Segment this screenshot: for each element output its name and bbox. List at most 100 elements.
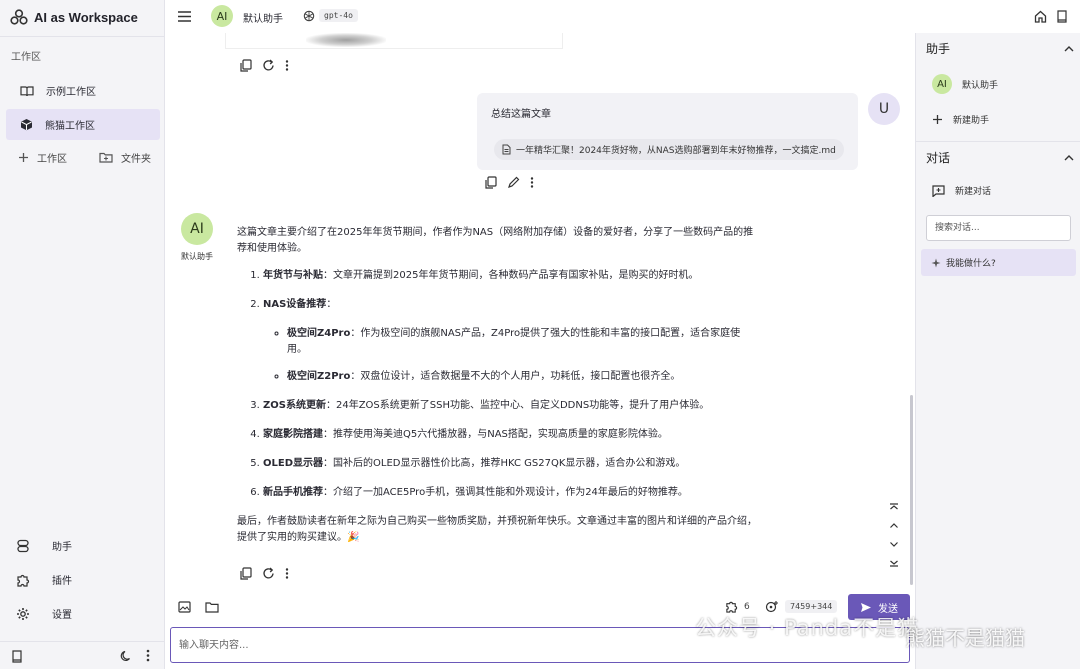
chevron-down-icon[interactable] bbox=[889, 539, 899, 549]
image-content bbox=[306, 33, 386, 47]
watermark: 公众号 · Panda不是猫 bbox=[695, 612, 919, 642]
assistant-item[interactable]: AI 默认助手 bbox=[932, 74, 998, 94]
user-message-toolbar bbox=[484, 176, 534, 189]
assistant-icon bbox=[16, 539, 30, 553]
add-workspace-label: 工作区 bbox=[37, 154, 67, 165]
assistants-header[interactable]: 助手 bbox=[926, 40, 1074, 57]
chevron-up-icon bbox=[1064, 154, 1074, 162]
assistant-message-toolbar bbox=[239, 567, 289, 580]
user-message-text: 总结这篇文章 bbox=[491, 109, 551, 120]
chevron-up-icon[interactable] bbox=[889, 521, 899, 531]
scrollbar[interactable] bbox=[910, 395, 913, 585]
moon-icon[interactable] bbox=[120, 650, 132, 662]
edit-icon[interactable] bbox=[507, 176, 520, 189]
user-message-bubble: 总结这篇文章 一年精华汇聚！2024年货好物，从NAS选购部署到年末好物推荐，一… bbox=[477, 93, 858, 170]
more-vertical-icon[interactable] bbox=[530, 176, 534, 189]
nav-label: 助手 bbox=[52, 542, 72, 553]
plus-icon bbox=[932, 114, 943, 125]
gear-icon bbox=[16, 607, 30, 621]
copy-icon[interactable] bbox=[239, 567, 252, 580]
send-icon bbox=[860, 602, 872, 613]
workspace-item-panda[interactable]: 熊猫工作区 bbox=[6, 109, 160, 140]
nav-assistant[interactable]: 助手 bbox=[16, 538, 72, 553]
scroll-bottom-icon[interactable] bbox=[889, 557, 899, 567]
notes-icon[interactable] bbox=[1056, 10, 1068, 23]
image-upload-icon[interactable] bbox=[178, 601, 191, 613]
nav-plugins[interactable]: 插件 bbox=[16, 572, 72, 587]
attachment-chip[interactable]: 一年精华汇聚！2024年货好物，从NAS选购部署到年末好物推荐，一文搞定.md bbox=[494, 139, 844, 160]
new-chat-icon bbox=[932, 184, 945, 197]
add-workspace-button[interactable]: 工作区 bbox=[18, 150, 67, 165]
copy-icon[interactable] bbox=[239, 59, 252, 72]
message-toolbar bbox=[239, 59, 289, 72]
add-folder-button[interactable]: 文件夹 bbox=[99, 150, 151, 165]
answer-subitem: 极空间Z2Pro：双盘位设计，适合数据量不大的个人用户，功耗低，接口配置也很齐全… bbox=[287, 369, 757, 385]
workspace-item-example[interactable]: 示例工作区 bbox=[6, 75, 160, 106]
assistants-title: 助手 bbox=[926, 42, 951, 56]
menu-icon[interactable] bbox=[178, 11, 191, 22]
add-folder-label: 文件夹 bbox=[121, 154, 151, 165]
answer-item: NAS设备推荐： 极空间Z4Pro：作为极空间的旗舰NAS产品，Z4Pro提供了… bbox=[263, 297, 757, 385]
conversation-label: 我能做什么? bbox=[946, 259, 996, 269]
conversation-search-input[interactable] bbox=[926, 215, 1071, 241]
answer-item: OLED显示器：国补后的OLED显示器性价比高，推荐HKC GS27QK显示器，… bbox=[263, 456, 757, 472]
watermark-secondary: 熊猫不是猫猫 bbox=[905, 626, 1025, 650]
workspace-label: 熊猫工作区 bbox=[45, 121, 95, 132]
nav-settings[interactable]: 设置 bbox=[16, 606, 72, 621]
folder-icon[interactable] bbox=[205, 601, 219, 613]
logo-icon bbox=[10, 9, 28, 25]
sidebar-footer bbox=[0, 641, 164, 669]
answer-item: 年货节与补贴：文章开篇提到2025年年货节期间，各种数码产品享有国家补贴，是购买… bbox=[263, 268, 757, 284]
nav-label: 插件 bbox=[52, 576, 72, 587]
conversation-item[interactable]: 我能做什么? bbox=[921, 249, 1076, 276]
more-vertical-icon[interactable] bbox=[285, 59, 289, 72]
left-sidebar: AI as Workspace 工作区 示例工作区 熊猫工作区 工作区 文件夹 … bbox=[0, 0, 165, 669]
model-chip[interactable]: gpt-4o bbox=[319, 9, 358, 22]
workspace-section-label: 工作区 bbox=[11, 52, 41, 63]
home-icon[interactable] bbox=[1034, 10, 1047, 23]
chat-area: 总结这篇文章 一年精华汇聚！2024年货好物，从NAS选购部署到年末好物推荐，一… bbox=[165, 33, 915, 590]
plus-icon bbox=[18, 152, 29, 163]
answer-list: 年货节与补贴：文章开篇提到2025年年货节期间，各种数码产品享有国家补贴，是购买… bbox=[237, 268, 757, 501]
openai-icon bbox=[303, 10, 315, 22]
previous-message-image bbox=[225, 33, 563, 49]
assistant-label: 默认助手 bbox=[181, 252, 213, 261]
workspace-label: 示例工作区 bbox=[46, 87, 96, 98]
scroll-top-icon[interactable] bbox=[889, 503, 899, 513]
more-vertical-icon[interactable] bbox=[285, 567, 289, 580]
puzzle-icon bbox=[16, 573, 30, 587]
assistant-avatar: AI bbox=[211, 5, 233, 27]
new-assistant-button[interactable]: 新建助手 bbox=[932, 113, 989, 126]
sparkle-icon bbox=[931, 258, 941, 268]
divider bbox=[916, 141, 1080, 142]
right-panel: 助手 AI 默认助手 新建助手 对话 新建对话 我能做什么? bbox=[915, 33, 1080, 669]
answer-item: ZOS系统更新：24年ZOS系统更新了SSH功能、监控中心、自定义DDNS功能等… bbox=[263, 398, 757, 414]
answer-item: 新品手机推荐：介绍了一加ACE5Pro手机，强调其性能和外观设计，作为24年最后… bbox=[263, 485, 757, 501]
scroll-controls bbox=[889, 503, 899, 567]
copy-icon[interactable] bbox=[484, 176, 497, 189]
conversations-title: 对话 bbox=[926, 151, 951, 165]
refresh-icon[interactable] bbox=[262, 59, 275, 72]
app-title: AI as Workspace bbox=[34, 9, 138, 25]
docs-icon[interactable] bbox=[11, 650, 23, 663]
watermark-text: 公众号 · Panda不是猫 bbox=[695, 616, 920, 640]
assistant-name[interactable]: 默认助手 bbox=[243, 10, 283, 25]
plugin-count: 6 bbox=[744, 601, 750, 612]
refresh-icon[interactable] bbox=[262, 567, 275, 580]
answer-subitem: 极空间Z4Pro：作为极空间的旗舰NAS产品，Z4Pro提供了强大的性能和丰富的… bbox=[287, 326, 757, 358]
app-brand[interactable]: AI as Workspace bbox=[10, 9, 138, 25]
chevron-up-icon bbox=[1064, 45, 1074, 53]
new-assistant-label: 新建助手 bbox=[953, 116, 990, 126]
folder-plus-icon bbox=[99, 152, 113, 163]
assistant-avatar: AI bbox=[181, 213, 213, 245]
assistant-answer: 这篇文章主要介绍了在2025年年货节期间，作者作为NAS（网络附加存储）设备的爱… bbox=[237, 225, 757, 557]
user-avatar: U bbox=[868, 93, 900, 125]
conversations-header[interactable]: 对话 bbox=[926, 149, 1074, 166]
new-conversation-button[interactable]: 新建对话 bbox=[932, 184, 991, 197]
new-conversation-label: 新建对话 bbox=[955, 187, 992, 197]
answer-outro: 最后，作者鼓励读者在新年之际为自己购买一些物质奖励，并预祝新年快乐。文章通过丰富… bbox=[237, 516, 757, 543]
top-bar: AI 默认助手 gpt-4o bbox=[165, 0, 915, 33]
more-vertical-icon[interactable] bbox=[146, 649, 150, 662]
book-open-icon bbox=[20, 85, 34, 97]
answer-sublist: 极空间Z4Pro：作为极空间的旗舰NAS产品，Z4Pro提供了强大的性能和丰富的… bbox=[263, 326, 757, 385]
